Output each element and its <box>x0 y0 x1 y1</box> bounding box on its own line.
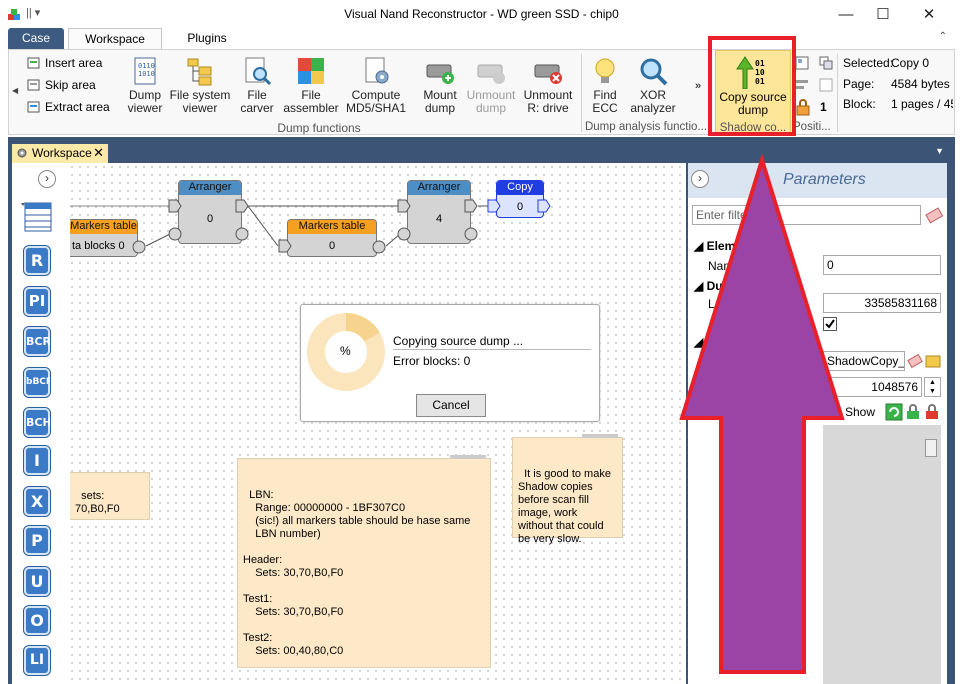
expand-left-icon[interactable]: › <box>38 170 56 188</box>
checkbox[interactable] <box>823 317 837 331</box>
shadow-file-field[interactable]: ShadowCopy_ <box>823 351 905 371</box>
input-port-icon[interactable] <box>397 227 411 241</box>
output-port-icon[interactable] <box>464 199 478 213</box>
input-port-icon[interactable] <box>168 227 182 241</box>
input-port-icon[interactable] <box>487 199 501 213</box>
name-label: Nam <box>708 259 734 273</box>
output-port-icon[interactable] <box>235 227 249 241</box>
section-shadow[interactable]: ◢ <box>694 335 703 349</box>
refresh-icon[interactable] <box>885 403 903 421</box>
table-view-icon[interactable] <box>20 200 54 234</box>
size-field[interactable]: 1048576 <box>823 377 922 397</box>
tool-button-i[interactable]: I <box>23 445 51 476</box>
filter-input[interactable]: Enter filte <box>692 205 921 225</box>
section-element-label: Elem <box>706 239 736 253</box>
output-port-icon[interactable] <box>131 239 147 255</box>
section-dump[interactable]: ◢ Du <box>694 279 723 293</box>
tool-button-r[interactable]: R <box>23 245 51 276</box>
progress-error-blocks: Error blocks: 0 <box>393 354 471 368</box>
lock-red-icon[interactable] <box>923 403 941 421</box>
size-spinner[interactable]: ▲ ▼ <box>924 377 941 397</box>
output-port-icon[interactable] <box>371 239 387 255</box>
progress-dialog: % Copying source dump ... Error blocks: … <box>300 304 600 422</box>
node-title: Markers table <box>288 220 376 234</box>
tool-button-u[interactable]: U <box>23 566 51 597</box>
tool-button-bch[interactable]: BCH <box>23 407 52 438</box>
cancel-button[interactable]: Cancel <box>416 394 486 417</box>
tool-button-li[interactable]: LI <box>23 645 51 676</box>
tool-button-bbcr[interactable]: bBCR <box>23 367 53 398</box>
tool-button-pi[interactable]: PI <box>23 286 51 317</box>
node-value: ta blocks 0 <box>72 240 125 252</box>
note-tab <box>582 434 618 438</box>
note-text: sets: 70,B0,F0 <box>75 490 120 515</box>
node-title: Arranger <box>408 181 470 195</box>
section-element[interactable]: ◢ Elem <box>694 239 735 253</box>
parameters-title: Parameters <box>783 171 866 188</box>
node-value: 4 <box>435 213 443 225</box>
section-dump-label: Du <box>706 279 723 293</box>
arranger-node-1[interactable]: Arranger 0 <box>178 180 242 244</box>
arranger-node-2[interactable]: Arranger 4 <box>407 180 471 244</box>
note-partial-left: sets: 70,B0,F0 <box>70 472 150 520</box>
tool-button-o[interactable]: O <box>23 605 51 636</box>
folder-open-icon[interactable] <box>924 352 942 370</box>
note-shadow-tip: It is good to make Shadow copies before … <box>512 434 623 545</box>
output-port-icon[interactable] <box>537 199 551 213</box>
length-label: L <box>708 297 715 311</box>
clear-filter-icon[interactable] <box>925 206 943 224</box>
note-text: LBN: Range: 00000000 - 1BF307C0 (sic!) a… <box>243 489 471 657</box>
note-lbn: LBN: Range: 00000000 - 1BF307C0 (sic!) a… <box>237 455 491 668</box>
output-port-icon[interactable] <box>464 227 478 241</box>
input-port-icon[interactable] <box>397 199 411 213</box>
node-title: Copy <box>497 181 543 195</box>
tool-button-p[interactable]: P <box>23 525 51 556</box>
preview-scrollbar[interactable] <box>925 439 937 457</box>
preview-area[interactable] <box>823 425 941 684</box>
node-value: 0 <box>328 240 336 252</box>
progress-percent: % <box>340 344 351 358</box>
show-label: Show <box>845 405 876 419</box>
clear-field-icon[interactable] <box>907 352 923 370</box>
markers-table-node-2[interactable]: Markers table 0 <box>287 219 377 257</box>
input-port-icon[interactable] <box>278 239 292 253</box>
name-field[interactable]: 0 <box>823 255 941 275</box>
input-port-icon[interactable] <box>168 199 182 213</box>
parameters-panel: › Parameters Enter filte ◢ Elem Nam 0 ◢ … <box>688 163 947 684</box>
progress-status: Copying source dump ... <box>393 334 524 348</box>
node-title: Markers table <box>70 220 137 234</box>
parameters-header: › Parameters <box>688 163 947 198</box>
collapse-panel-icon[interactable]: › <box>691 170 709 188</box>
node-value: 0 <box>206 213 214 225</box>
tool-button-x[interactable]: X <box>23 486 51 517</box>
lock-green-icon[interactable] <box>904 403 922 421</box>
highlight-box <box>708 36 796 136</box>
output-port-icon[interactable] <box>235 199 249 213</box>
length-field[interactable]: 33585831168 <box>823 293 941 313</box>
note-tab <box>450 455 486 459</box>
progress-divider <box>393 349 591 350</box>
tool-button-bcr[interactable]: BCR <box>23 326 51 357</box>
note-text: It is good to make Shadow copies before … <box>518 468 611 545</box>
markers-table-node-1[interactable]: Markers table ta blocks 0 <box>70 219 138 257</box>
node-title: Arranger <box>179 181 241 195</box>
